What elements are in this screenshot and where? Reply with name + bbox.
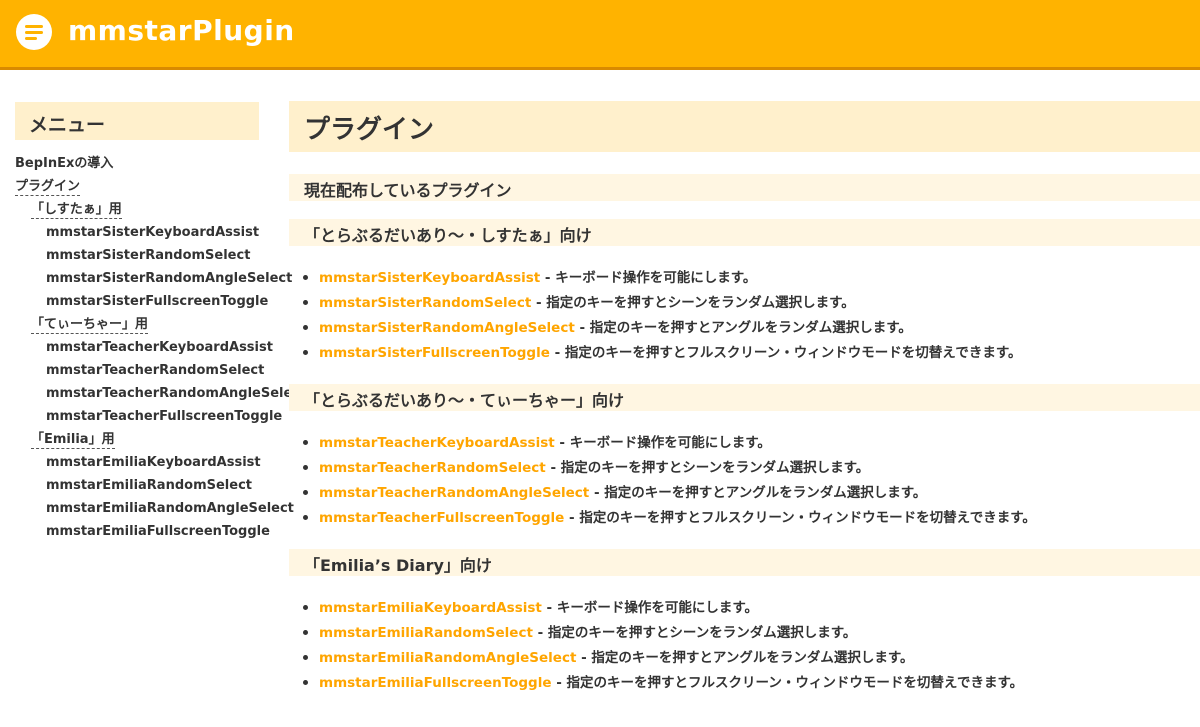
- list-item: mmstarSisterRandomSelect - 指定のキーを押すとシーンを…: [303, 291, 1200, 316]
- sidebar-item[interactable]: mmstarSisterRandomAngleSelect: [15, 267, 292, 290]
- plugin-link[interactable]: mmstarTeacherKeyboardAssist: [319, 435, 555, 451]
- list-item: mmstarEmiliaKeyboardAssist - キーボード操作を可能に…: [303, 596, 1200, 621]
- section-heading: 「Emilia’s Diary」向け: [289, 549, 1200, 576]
- sidebar-item-label[interactable]: mmstarTeacherRandomSelect: [46, 363, 264, 378]
- list-item: mmstarEmiliaRandomAngleSelect - 指定のキーを押す…: [303, 646, 1200, 671]
- bullet-icon: [303, 604, 308, 610]
- main-content: プラグイン 現在配布しているプラグイン 「とらぶるだいあり〜・しすたぁ」向け mm…: [289, 101, 1200, 696]
- plugin-description: - キーボード操作を可能にします。: [554, 435, 771, 451]
- plugin-description: - 指定のキーを押すとアングルをランダム選択します。: [589, 485, 927, 501]
- bullet-icon: [303, 439, 308, 445]
- sidebar-item-label[interactable]: 「Emilia」用: [31, 432, 115, 449]
- plugin-description: - 指定のキーを押すとシーンをランダム選択します。: [532, 625, 857, 641]
- sidebar-item[interactable]: mmstarSisterFullscreenToggle: [15, 290, 285, 313]
- bullet-icon: [303, 324, 308, 330]
- sidebar-item[interactable]: mmstarEmiliaKeyboardAssist: [15, 451, 285, 474]
- list-item: mmstarTeacherRandomAngleSelect - 指定のキーを押…: [303, 481, 1200, 506]
- sidebar-item[interactable]: プラグイン: [15, 175, 285, 198]
- sidebar-item[interactable]: mmstarEmiliaRandomSelect: [15, 474, 285, 497]
- plugin-description: - 指定のキーを押すとアングルをランダム選択します。: [574, 320, 912, 336]
- sidebar-item-label[interactable]: mmstarEmiliaKeyboardAssist: [46, 455, 261, 470]
- list-item: mmstarEmiliaFullscreenToggle - 指定のキーを押すと…: [303, 671, 1200, 696]
- sidebar-item-label[interactable]: mmstarTeacherKeyboardAssist: [46, 340, 273, 355]
- sidebar-item[interactable]: mmstarEmiliaFullscreenToggle: [15, 520, 285, 543]
- list-item: mmstarSisterFullscreenToggle - 指定のキーを押すと…: [303, 341, 1200, 366]
- plugin-link[interactable]: mmstarSisterKeyboardAssist: [319, 270, 540, 286]
- site-title[interactable]: mmstarPlugin: [68, 14, 295, 47]
- intro-heading: 現在配布しているプラグイン: [289, 174, 1200, 201]
- bullet-icon: [303, 514, 308, 520]
- bullet-icon: [303, 679, 308, 685]
- list-item: mmstarTeacherFullscreenToggle - 指定のキーを押す…: [303, 506, 1200, 531]
- bullet-icon: [303, 464, 308, 470]
- sidebar-item[interactable]: mmstarTeacherFullscreenToggle: [15, 405, 285, 428]
- plugin-description: - 指定のキーを押すとフルスクリーン・ウィンドウモードを切替えできます。: [549, 345, 1022, 361]
- sidebar-item[interactable]: 「てぃーちゃー」用: [15, 313, 285, 336]
- sidebar-item[interactable]: mmstarSisterKeyboardAssist: [15, 221, 285, 244]
- bullet-icon: [303, 349, 308, 355]
- sidebar-item-label[interactable]: 「てぃーちゃー」用: [31, 317, 149, 334]
- sidebar-item[interactable]: mmstarTeacherKeyboardAssist: [15, 336, 285, 359]
- sidebar-item[interactable]: 「しすたぁ」用: [15, 198, 285, 221]
- sidebar-item[interactable]: BepInExの導入: [15, 152, 285, 175]
- bullet-icon: [303, 629, 308, 635]
- plugin-list: mmstarEmiliaKeyboardAssist - キーボード操作を可能に…: [289, 596, 1200, 696]
- sidebar-item[interactable]: mmstarSisterRandomSelect: [15, 244, 285, 267]
- sidebar-item-label[interactable]: mmstarTeacherRandomAngleSelect: [46, 386, 306, 401]
- plugin-description: - キーボード操作を可能にします。: [540, 270, 757, 286]
- plugin-link[interactable]: mmstarEmiliaKeyboardAssist: [319, 600, 542, 616]
- sidebar-item[interactable]: 「Emilia」用: [15, 428, 285, 451]
- sidebar: メニュー BepInExの導入 プラグイン「しすたぁ」用 mmstarSisterK…: [15, 102, 306, 543]
- plugin-link[interactable]: mmstarTeacherFullscreenToggle: [319, 510, 564, 526]
- plugin-link[interactable]: mmstarEmiliaRandomSelect: [319, 625, 533, 641]
- sidebar-item-label[interactable]: mmstarSisterKeyboardAssist: [46, 225, 259, 240]
- plugin-link[interactable]: mmstarTeacherRandomSelect: [319, 460, 546, 476]
- plugin-link[interactable]: mmstarEmiliaRandomAngleSelect: [319, 650, 576, 666]
- plugin-description: - 指定のキーを押すとフルスクリーン・ウィンドウモードを切替えできます。: [551, 675, 1024, 691]
- sidebar-item-label[interactable]: 「しすたぁ」用: [31, 202, 122, 219]
- plugin-link[interactable]: mmstarEmiliaFullscreenToggle: [319, 675, 552, 691]
- plugin-link[interactable]: mmstarTeacherRandomAngleSelect: [319, 485, 589, 501]
- sidebar-item[interactable]: mmstarTeacherRandomAngleSelect: [15, 382, 306, 405]
- bullet-icon: [303, 654, 308, 660]
- sidebar-item[interactable]: mmstarEmiliaRandomAngleSelect: [15, 497, 294, 520]
- sidebar-item-label[interactable]: mmstarTeacherFullscreenToggle: [46, 409, 282, 424]
- sidebar-item-label[interactable]: BepInExの導入: [15, 156, 113, 171]
- sidebar-item-label[interactable]: mmstarEmiliaFullscreenToggle: [46, 524, 270, 539]
- list-item: mmstarSisterKeyboardAssist - キーボード操作を可能に…: [303, 266, 1200, 291]
- plugin-list: mmstarTeacherKeyboardAssist - キーボード操作を可能…: [289, 431, 1200, 531]
- plugin-description: - キーボード操作を可能にします。: [541, 600, 759, 616]
- sidebar-item-label[interactable]: mmstarSisterFullscreenToggle: [46, 294, 268, 309]
- section-heading: 「とらぶるだいあり〜・てぃーちゃー」向け: [289, 384, 1200, 411]
- list-item: mmstarTeacherRandomSelect - 指定のキーを押すとシーン…: [303, 456, 1200, 481]
- list-item: mmstarSisterRandomAngleSelect - 指定のキーを押す…: [303, 316, 1200, 341]
- sidebar-item-label[interactable]: プラグイン: [15, 179, 81, 196]
- sidebar-nav: BepInExの導入 プラグイン「しすたぁ」用 mmstarSisterKeyboa…: [15, 152, 306, 543]
- sidebar-item-label[interactable]: mmstarSisterRandomAngleSelect: [46, 271, 292, 286]
- plugin-link[interactable]: mmstarSisterRandomAngleSelect: [319, 320, 575, 336]
- plugin-description: - 指定のキーを押すとシーンをランダム選択します。: [545, 460, 870, 476]
- menu-heading: メニュー: [15, 102, 259, 140]
- plugin-sections: 「とらぶるだいあり〜・しすたぁ」向け mmstarSisterKeyboardAs…: [289, 201, 1200, 696]
- list-item: mmstarTeacherKeyboardAssist - キーボード操作を可能…: [303, 431, 1200, 456]
- section-heading: 「とらぶるだいあり〜・しすたぁ」向け: [289, 219, 1200, 246]
- menu-lines-icon[interactable]: [16, 14, 52, 50]
- sidebar-item[interactable]: mmstarTeacherRandomSelect: [15, 359, 285, 382]
- plugin-description: - 指定のキーを押すとアングルをランダム選択します。: [576, 650, 914, 666]
- sidebar-item-label[interactable]: mmstarSisterRandomSelect: [46, 248, 250, 263]
- bullet-icon: [303, 299, 308, 305]
- plugin-link[interactable]: mmstarSisterFullscreenToggle: [319, 345, 550, 361]
- bullet-icon: [303, 274, 308, 280]
- sidebar-item-label[interactable]: mmstarEmiliaRandomSelect: [46, 478, 252, 493]
- plugin-description: - 指定のキーを押すとシーンをランダム選択します。: [531, 295, 855, 311]
- sidebar-item-label[interactable]: mmstarEmiliaRandomAngleSelect: [46, 501, 294, 516]
- plugin-list: mmstarSisterKeyboardAssist - キーボード操作を可能に…: [289, 266, 1200, 366]
- plugin-link[interactable]: mmstarSisterRandomSelect: [319, 295, 531, 311]
- page-title: プラグイン: [289, 101, 1200, 152]
- site-header: mmstarPlugin: [0, 0, 1200, 70]
- bullet-icon: [303, 489, 308, 495]
- plugin-description: - 指定のキーを押すとフルスクリーン・ウィンドウモードを切替えできます。: [564, 510, 1036, 526]
- list-item: mmstarEmiliaRandomSelect - 指定のキーを押すとシーンを…: [303, 621, 1200, 646]
